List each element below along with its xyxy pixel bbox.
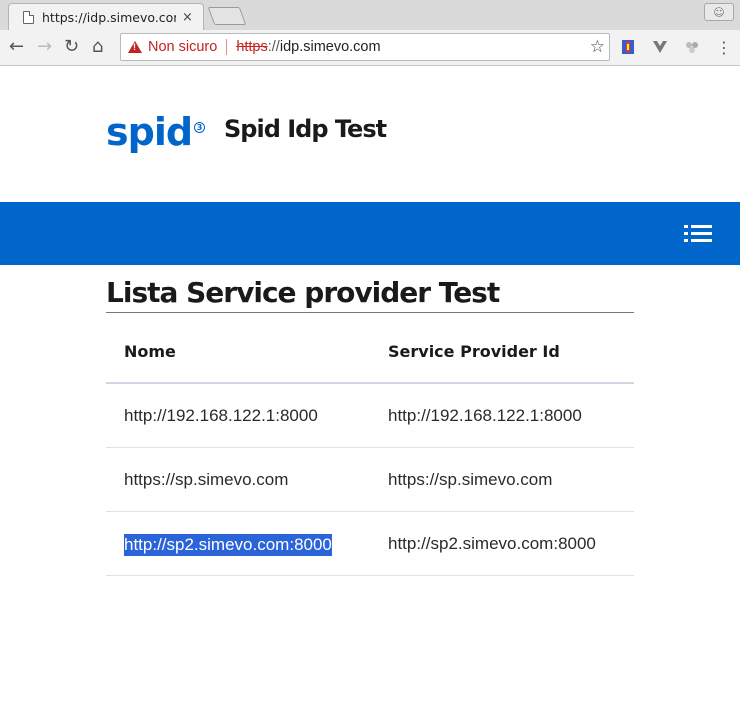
security-label[interactable]: Non sicuro [148, 39, 217, 55]
column-header-sp-id: Service Provider Id [388, 342, 560, 361]
reload-icon[interactable]: ↻ [64, 37, 79, 57]
extension-cluster-icon[interactable] [684, 39, 700, 55]
cell-nome[interactable]: https://sp.simevo.com [124, 470, 288, 490]
cell-sp-id: http://192.168.122.1:8000 [388, 406, 582, 425]
tab-strip: https://idp.simevo.com × ☺ [0, 0, 740, 30]
url-scheme: https [236, 39, 268, 55]
cell-sp-id: https://sp.simevo.com [388, 470, 553, 489]
new-tab-button[interactable] [207, 7, 247, 25]
vue-devtools-icon[interactable] [652, 39, 668, 55]
hamburger-menu-icon[interactable] [684, 225, 712, 243]
cell-nome[interactable]: http://192.168.122.1:8000 [124, 406, 318, 426]
site-title: Spid Idp Test [224, 115, 387, 143]
cell-nome-selected[interactable]: http://sp2.simevo.com:8000 [124, 534, 332, 556]
table-row[interactable]: https://sp.simevo.com https://sp.simevo.… [106, 448, 634, 512]
address-bar[interactable]: Non sicuro https://idp.simevo.com ☆ [120, 33, 610, 61]
url-host: idp.simevo.com [279, 39, 381, 55]
warning-icon[interactable] [128, 41, 142, 53]
url-separator: :// [267, 39, 280, 55]
omnibox-divider [226, 39, 228, 55]
browser-toolbar: ← → ↻ ⌂ Non sicuro https://idp.simevo.co… [0, 30, 740, 66]
star-icon[interactable]: ☆ [590, 37, 605, 57]
table-row[interactable]: http://sp2.simevo.com:8000 http://sp2.si… [106, 512, 634, 576]
tab-close-icon[interactable]: × [182, 10, 193, 25]
tab-title: https://idp.simevo.com [42, 9, 176, 25]
browser-tab[interactable]: https://idp.simevo.com × [8, 3, 204, 30]
spid-logo[interactable]: spid 3 [106, 110, 205, 154]
forward-icon[interactable]: → [37, 37, 52, 57]
logo-badge: 3 [194, 122, 205, 133]
table-row[interactable]: http://192.168.122.1:8000 http://192.168… [106, 384, 634, 448]
home-icon[interactable]: ⌂ [92, 37, 103, 57]
service-provider-table: Nome Service Provider Id http://192.168.… [106, 321, 634, 576]
cell-sp-id: http://sp2.simevo.com:8000 [388, 534, 596, 553]
column-header-nome: Nome [124, 342, 176, 361]
menu-kebab-icon[interactable]: ⋮ [716, 38, 732, 58]
page-icon [23, 10, 34, 24]
logo-text: spid [106, 110, 193, 154]
back-icon[interactable]: ← [9, 37, 24, 57]
page-title: Lista Service provider Test [106, 276, 500, 309]
title-divider [106, 312, 634, 313]
profile-icon[interactable]: ☺ [704, 3, 734, 21]
extension-icon[interactable] [620, 39, 636, 55]
nav-bar [0, 202, 740, 265]
table-header: Nome Service Provider Id [106, 321, 634, 384]
